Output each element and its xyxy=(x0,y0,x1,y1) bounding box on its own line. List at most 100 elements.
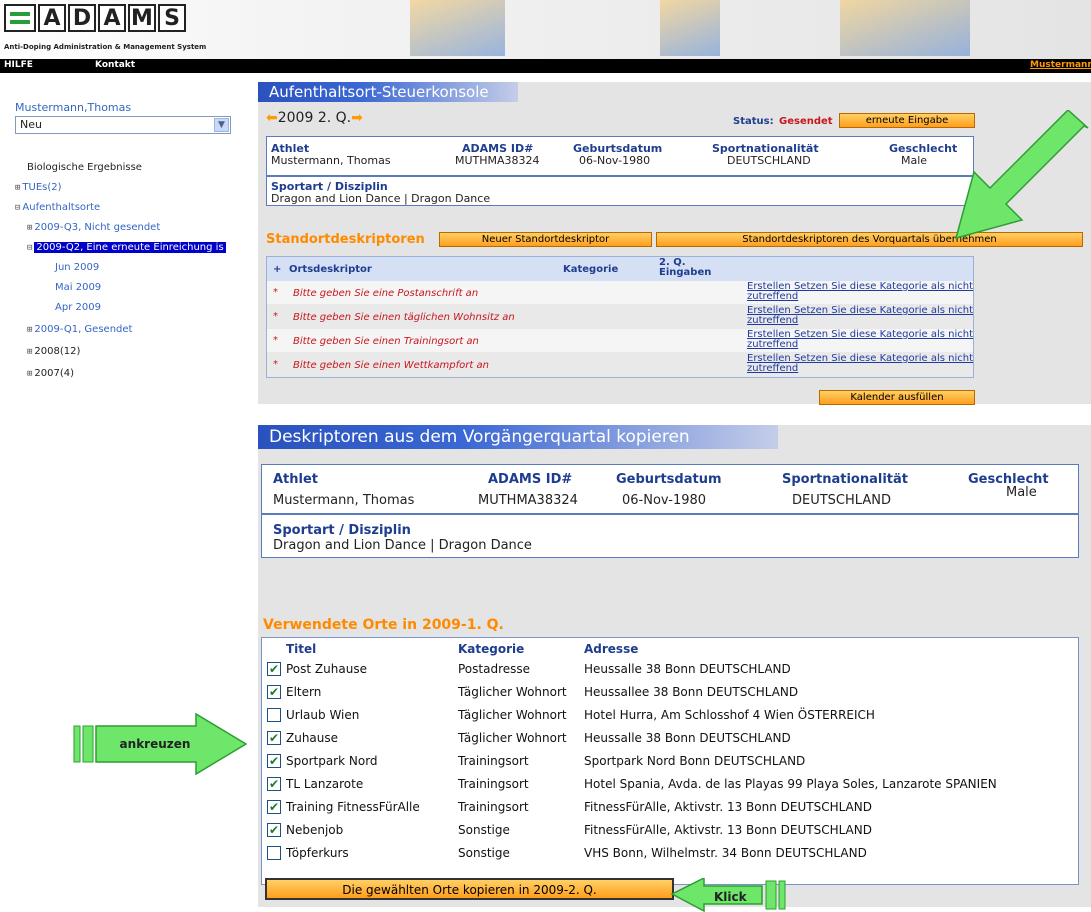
tree-item-apr[interactable]: Apr 2009 xyxy=(55,302,101,313)
athlet-value: Mustermann, Thomas xyxy=(273,493,415,508)
sidebar: Mustermann,Thomas Neu ▼ Biologische Erge… xyxy=(0,82,258,412)
place-checkbox[interactable]: ✔ xyxy=(267,777,281,791)
place-title: Post Zuhause xyxy=(286,662,367,676)
collapse-icon[interactable]: ⊟ xyxy=(27,243,32,253)
athlet-value: Mustermann, Thomas xyxy=(271,154,391,167)
athlet-label: Athlet xyxy=(273,472,319,487)
place-checkbox[interactable]: ✔ xyxy=(267,662,281,676)
tree-label: Apr 2009 xyxy=(55,302,101,313)
tree-item-jun[interactable]: Jun 2009 xyxy=(55,262,99,273)
nationality-label: Sportnationalität xyxy=(782,472,908,487)
new-descriptor-button[interactable]: Neuer Standortdeskriptor xyxy=(439,232,652,247)
status-select[interactable]: Neu xyxy=(15,116,231,134)
place-category: Trainingsort xyxy=(458,754,529,768)
banner-athlete-image xyxy=(840,0,970,56)
tree-label: 2009-Q3, Nicht gesendet xyxy=(34,222,161,233)
row-actions: Erstellen Setzen Sie diese Kategorie als… xyxy=(747,354,977,374)
place-checkbox[interactable] xyxy=(267,846,281,860)
place-address: FitnessFürAlle, Aktivstr. 13 Bonn DEUTSC… xyxy=(584,800,872,814)
ankreuzen-label: ankreuzen xyxy=(119,737,191,751)
required-star: * xyxy=(273,287,278,298)
required-star: * xyxy=(273,359,278,370)
place-category: Sonstige xyxy=(458,823,510,837)
athlete-info-box: Athlet Mustermann, Thomas ADAMS ID# MUTH… xyxy=(266,136,974,176)
tree-label: 2009-Q1, Gesendet xyxy=(34,324,133,335)
tree-item-tues[interactable]: ⊞ TUEs(2) xyxy=(15,182,62,193)
top-menu-bar: HILFE Kontakt Mustermann xyxy=(0,59,1091,73)
user-link[interactable]: Mustermann xyxy=(1030,60,1091,70)
place-address: Heussalle 38 Bonn DEUTSCHLAND xyxy=(584,662,791,676)
place-checkbox[interactable]: ✔ xyxy=(267,754,281,768)
col-titel: Titel xyxy=(286,642,317,656)
collapse-icon[interactable]: ⊟ xyxy=(15,203,20,213)
expand-icon[interactable]: ⊞ xyxy=(15,183,20,193)
klick-label: Klick xyxy=(714,890,747,904)
descriptor-row: * Bitte geben Sie einen Trainingsort an Er… xyxy=(267,329,973,353)
place-row: ✔ Zuhause Täglicher Wohnort Heussalle 38 Bo… xyxy=(262,727,1080,750)
tree-item-2007[interactable]: ⊞ 2007(4) xyxy=(27,368,74,379)
col-eingaben: 2. Q. Eingaben xyxy=(659,257,712,278)
place-address: Hotel Hurra, Am Schlosshof 4 Wien ÖSTERR… xyxy=(584,708,875,722)
place-row: ✔ Nebenjob Sonstige FitnessFürAlle, Aktivst… xyxy=(262,819,1080,842)
kontakt-link[interactable]: Kontakt xyxy=(95,60,135,70)
place-title: Eltern xyxy=(286,685,322,699)
tree-item-2008[interactable]: ⊞ 2008(12) xyxy=(27,346,80,357)
hilfe-link[interactable]: HILFE xyxy=(4,60,33,70)
app-tagline: Anti-Doping Administration & Management … xyxy=(4,43,207,51)
tree-item-2009-q2[interactable]: ⊟ 2009-Q2, Eine erneute Einreichung is xyxy=(27,242,226,253)
place-category: Täglicher Wohnort xyxy=(458,685,567,699)
next-arrow-icon[interactable]: ➡ xyxy=(351,110,363,126)
tree-item-2009-q3[interactable]: ⊞ 2009-Q3, Nicht gesendet xyxy=(27,222,160,233)
status-label: Status: xyxy=(733,116,774,127)
col-ortsdeskriptor: Ortsdeskriptor xyxy=(289,264,372,275)
place-address: Hotel Spania, Avda. de las Playas 99 Pla… xyxy=(584,777,997,791)
gender-value: Male xyxy=(901,154,928,167)
tree-item-2009-q1[interactable]: ⊞ 2009-Q1, Gesendet xyxy=(27,324,132,335)
expand-icon[interactable]: ⊞ xyxy=(27,223,32,233)
descriptors-title: Standortdeskriptoren xyxy=(266,232,425,247)
place-checkbox[interactable]: ✔ xyxy=(267,731,281,745)
quarter-navigator: ⬅2009 2. Q.➡ xyxy=(266,110,363,126)
tree-label: Aufenthaltsorte xyxy=(22,202,101,213)
app-banner: A D A M S Anti-Doping Administration & M… xyxy=(0,0,1091,60)
copy-descriptors-panel: Deskriptoren aus dem Vorgängerquartal ko… xyxy=(258,425,1091,907)
copy-places-button[interactable]: Die gewählten Orte kopieren in 2009-2. Q… xyxy=(265,878,674,900)
place-checkbox[interactable]: ✔ xyxy=(267,685,281,699)
place-title: TL Lanzarote xyxy=(286,777,364,791)
place-address: FitnessFürAlle, Aktivstr. 13 Bonn DEUTSC… xyxy=(584,823,872,837)
expand-icon[interactable]: ⊞ xyxy=(27,347,32,357)
tree-item-biologische[interactable]: Biologische Ergebnisse xyxy=(27,162,142,173)
row-actions: Erstellen Setzen Sie diese Kategorie als… xyxy=(747,306,977,326)
chevron-down-icon[interactable]: ▼ xyxy=(214,118,229,132)
sport-value: Dragon and Lion Dance | Dragon Dance xyxy=(271,192,491,205)
tree-item-mai[interactable]: Mai 2009 xyxy=(55,282,101,293)
expand-icon[interactable]: ⊞ xyxy=(27,325,32,335)
fill-calendar-button[interactable]: Kalender ausfüllen xyxy=(819,390,975,405)
steuerkonsole-panel: Aufenthaltsort-Steuerkonsole ⬅2009 2. Q.… xyxy=(258,82,1091,405)
tree-label: Biologische Ergebnisse xyxy=(27,162,142,173)
place-row: ✔ TL Lanzarote Trainingsort Hotel Spania, A… xyxy=(262,773,1080,796)
place-checkbox[interactable]: ✔ xyxy=(267,823,281,837)
prev-arrow-icon[interactable]: ⬅ xyxy=(266,110,278,126)
nationality-value: DEUTSCHLAND xyxy=(792,493,891,508)
descriptor-row: * Bitte geben Sie eine Postanschrift an Er… xyxy=(267,281,973,305)
banner-athlete-image xyxy=(410,0,505,56)
col-kategorie: Kategorie xyxy=(563,264,619,275)
col-kategorie: Kategorie xyxy=(458,642,525,656)
add-icon[interactable]: + xyxy=(273,264,281,275)
quarter-label: 2009 2. Q. xyxy=(277,110,352,126)
place-category: Trainingsort xyxy=(458,800,529,814)
adams-id-value: MUTHMA38324 xyxy=(455,154,540,167)
place-row: ✔ Eltern Täglicher Wohnort Heussallee 38 Bo… xyxy=(262,681,1080,704)
logo-letter: A xyxy=(38,4,66,32)
dob-value: 06-Nov-1980 xyxy=(622,493,707,508)
place-title: Sportpark Nord xyxy=(286,754,378,768)
place-category: Täglicher Wohnort xyxy=(458,708,567,722)
descriptor-text: Bitte geben Sie einen Trainingsort an xyxy=(293,336,479,347)
expand-icon[interactable]: ⊞ xyxy=(27,369,32,379)
place-address: Sportpark Nord Bonn DEUTSCHLAND xyxy=(584,754,806,768)
tree-item-aufenthaltsorte[interactable]: ⊟ Aufenthaltsorte xyxy=(15,202,100,213)
place-checkbox[interactable]: ✔ xyxy=(267,800,281,814)
place-checkbox[interactable] xyxy=(267,708,281,722)
status-select-value: Neu xyxy=(20,118,42,131)
